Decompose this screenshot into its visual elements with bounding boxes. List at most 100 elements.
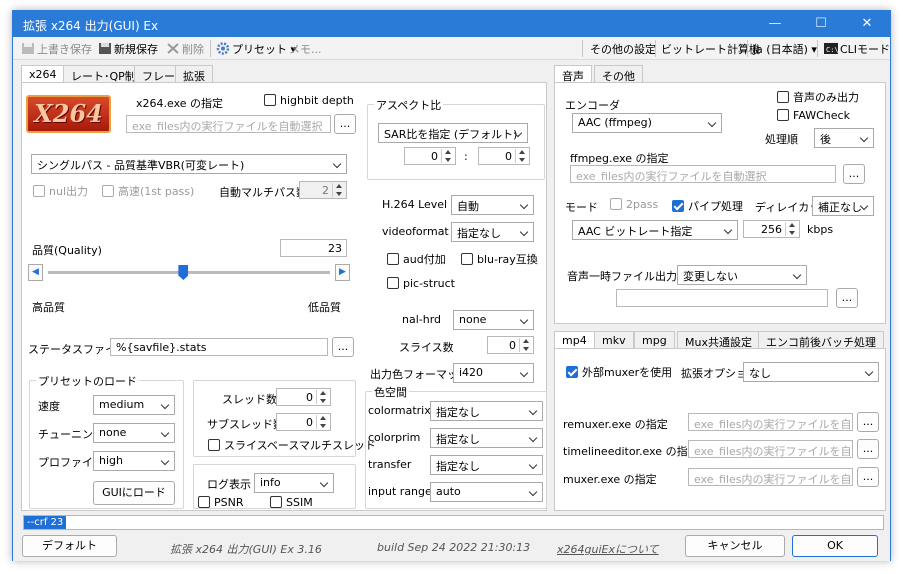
- nul-output-label: nul出力: [49, 185, 88, 198]
- ffmpeg-browse-button[interactable]: ...: [843, 164, 865, 184]
- slider-thumb[interactable]: [178, 265, 189, 280]
- input-range-select[interactable]: auto: [430, 482, 543, 502]
- remuxer-path-input[interactable]: exe_files内の実行ファイルを自動選択: [688, 413, 853, 431]
- bluray-label: blu-ray互換: [477, 253, 538, 266]
- aud-checkbox[interactable]: aud付加: [387, 251, 446, 267]
- audio-only-checkbox[interactable]: 音声のみ出力: [777, 89, 859, 105]
- x264-exe-browse-button[interactable]: ...: [334, 114, 356, 134]
- slider-right-arrow-icon[interactable]: ▶: [335, 264, 350, 281]
- aud-label: aud付加: [403, 253, 446, 266]
- mode-label: モード: [565, 201, 598, 214]
- h264-level-select[interactable]: 自動: [451, 195, 534, 215]
- timeline-browse-button[interactable]: ...: [857, 439, 879, 459]
- log-level-select[interactable]: info: [254, 473, 334, 493]
- minimize-button[interactable]: —: [752, 11, 798, 37]
- ok-button[interactable]: OK: [792, 535, 878, 557]
- slider-left-arrow-icon[interactable]: ◀: [28, 264, 43, 281]
- tune-select[interactable]: none: [93, 423, 175, 443]
- status-file-input[interactable]: %{savfile}.stats: [110, 338, 328, 356]
- sar-select[interactable]: SAR比を指定 (デフォルト): [378, 123, 528, 143]
- remuxer-browse-button[interactable]: ...: [857, 412, 879, 432]
- aspect-width-spinner[interactable]: 0: [404, 147, 456, 165]
- spin-arrows-icon: [332, 183, 345, 197]
- maximize-button[interactable]: ☐: [798, 11, 844, 37]
- delay-cut-select[interactable]: 補正なし: [812, 196, 874, 216]
- colorprim-select[interactable]: 指定なし: [430, 428, 543, 448]
- videoformat-label: videoformat: [382, 225, 449, 238]
- external-muxer-checkbox[interactable]: 外部muxerを使用: [566, 364, 672, 380]
- ext-option-select[interactable]: なし: [743, 362, 879, 382]
- colormatrix-select[interactable]: 指定なし: [430, 401, 543, 421]
- muxer-browse-button[interactable]: ...: [857, 467, 879, 487]
- tab-mkv[interactable]: mkv: [594, 331, 634, 349]
- bluray-checkbox[interactable]: blu-ray互換: [461, 251, 538, 267]
- high-quality-label: 高品質: [32, 301, 65, 314]
- other-settings-button[interactable]: その他の設定: [590, 41, 656, 57]
- encode-mode-select[interactable]: シングルパス - 品質基準VBR(可変レート): [31, 154, 347, 174]
- tab-other[interactable]: その他: [594, 65, 643, 83]
- nal-hrd-select[interactable]: none: [453, 310, 534, 330]
- highbit-depth-checkbox[interactable]: highbit depth: [264, 94, 354, 107]
- twopass-checkbox[interactable]: 2pass: [610, 198, 658, 211]
- profile-select[interactable]: high: [93, 451, 175, 471]
- output-csp-select[interactable]: i420: [453, 363, 534, 383]
- temp-dir-select[interactable]: 変更しない: [677, 265, 807, 285]
- close-button[interactable]: ✕: [844, 11, 890, 37]
- temp-dir-browse-button[interactable]: ...: [836, 288, 858, 308]
- faw-check-checkbox[interactable]: FAWCheck: [777, 109, 850, 122]
- audio-bitrate-spinner[interactable]: 256: [743, 220, 800, 238]
- new-save-button[interactable]: 新規保存: [98, 41, 158, 57]
- temp-dir-input[interactable]: [616, 289, 828, 307]
- sliced-threads-checkbox[interactable]: スライスベースマルチスレッド: [208, 437, 376, 453]
- videoformat-select[interactable]: 指定なし: [451, 222, 534, 242]
- tab-mpg[interactable]: mpg: [634, 331, 675, 349]
- pipe-checkbox[interactable]: パイプ処理: [672, 198, 743, 214]
- x264-exe-path-input[interactable]: exe_files内の実行ファイルを自動選択: [126, 115, 331, 133]
- log-label: ログ表示: [207, 478, 251, 491]
- delete-button[interactable]: 削除: [166, 41, 204, 57]
- quality-slider[interactable]: ◀ ▶: [28, 264, 350, 282]
- window-title: 拡張 x264 出力(GUI) Ex: [23, 19, 159, 33]
- status-file-browse-button[interactable]: ...: [332, 337, 354, 357]
- tab-batch[interactable]: エンコ前後バッチ処理: [758, 331, 884, 349]
- timeline-path-input[interactable]: exe_files内の実行ファイルを自動選択: [688, 440, 853, 458]
- auto-multipass-spinner[interactable]: 2: [299, 181, 347, 199]
- subthreads-spinner[interactable]: 0: [276, 413, 331, 431]
- preset-menu[interactable]: プリセット ▾: [216, 41, 296, 57]
- bitrate-mode-select[interactable]: AAC ビットレート指定: [572, 220, 738, 240]
- threads-spinner[interactable]: 0: [276, 388, 331, 406]
- about-link[interactable]: x264guiExについて: [557, 541, 659, 557]
- cli-mode-button[interactable]: C:\ CLIモード: [824, 41, 890, 57]
- default-button[interactable]: デフォルト: [22, 535, 117, 557]
- load-to-gui-button[interactable]: GUIにロード: [93, 481, 175, 505]
- language-menu[interactable]: ja (日本語) ▾: [753, 41, 817, 57]
- preset-load-title: プリセットのロード: [36, 373, 139, 389]
- quality-input[interactable]: 23: [280, 239, 347, 257]
- subthreads-value: 0: [306, 416, 313, 429]
- transfer-select[interactable]: 指定なし: [430, 455, 543, 475]
- audio-encoder-select[interactable]: AAC (ffmpeg): [572, 113, 722, 133]
- aspect-height-spinner[interactable]: 0: [478, 147, 530, 165]
- slices-spinner[interactable]: 0: [487, 336, 534, 354]
- memo-button[interactable]: メモ...: [289, 41, 322, 57]
- ssim-checkbox[interactable]: SSIM: [270, 496, 313, 509]
- timeline-label: timelineeditor.exe の指定: [563, 445, 699, 458]
- pic-struct-checkbox[interactable]: pic-struct: [387, 277, 455, 290]
- fast-first-pass-checkbox[interactable]: 高速(1st pass): [102, 183, 194, 199]
- bitrate-calc-button[interactable]: ビットレート計算機: [661, 41, 760, 57]
- psnr-label: PSNR: [214, 496, 244, 509]
- log-group: ログ表示 info PSNR SSIM: [193, 464, 356, 509]
- speed-select[interactable]: medium: [93, 395, 175, 415]
- colorspace-group-title: 色空間: [372, 384, 409, 400]
- ffmpeg-path-input[interactable]: exe_files内の実行ファイルを自動選択: [570, 165, 836, 183]
- overwrite-save-button[interactable]: 上書き保存: [21, 41, 92, 57]
- audio-order-select[interactable]: 後: [814, 128, 874, 148]
- cancel-button[interactable]: キャンセル: [685, 535, 785, 557]
- highbit-depth-label: highbit depth: [280, 94, 354, 107]
- psnr-checkbox[interactable]: PSNR: [198, 496, 244, 509]
- tab-mux-common[interactable]: Mux共通設定: [677, 331, 760, 349]
- pipe-label: パイプ処理: [688, 200, 743, 213]
- tab-extension[interactable]: 拡張: [175, 65, 213, 83]
- muxer-path-input[interactable]: exe_files内の実行ファイルを自動選択: [688, 468, 853, 486]
- nul-output-checkbox[interactable]: nul出力: [33, 183, 88, 199]
